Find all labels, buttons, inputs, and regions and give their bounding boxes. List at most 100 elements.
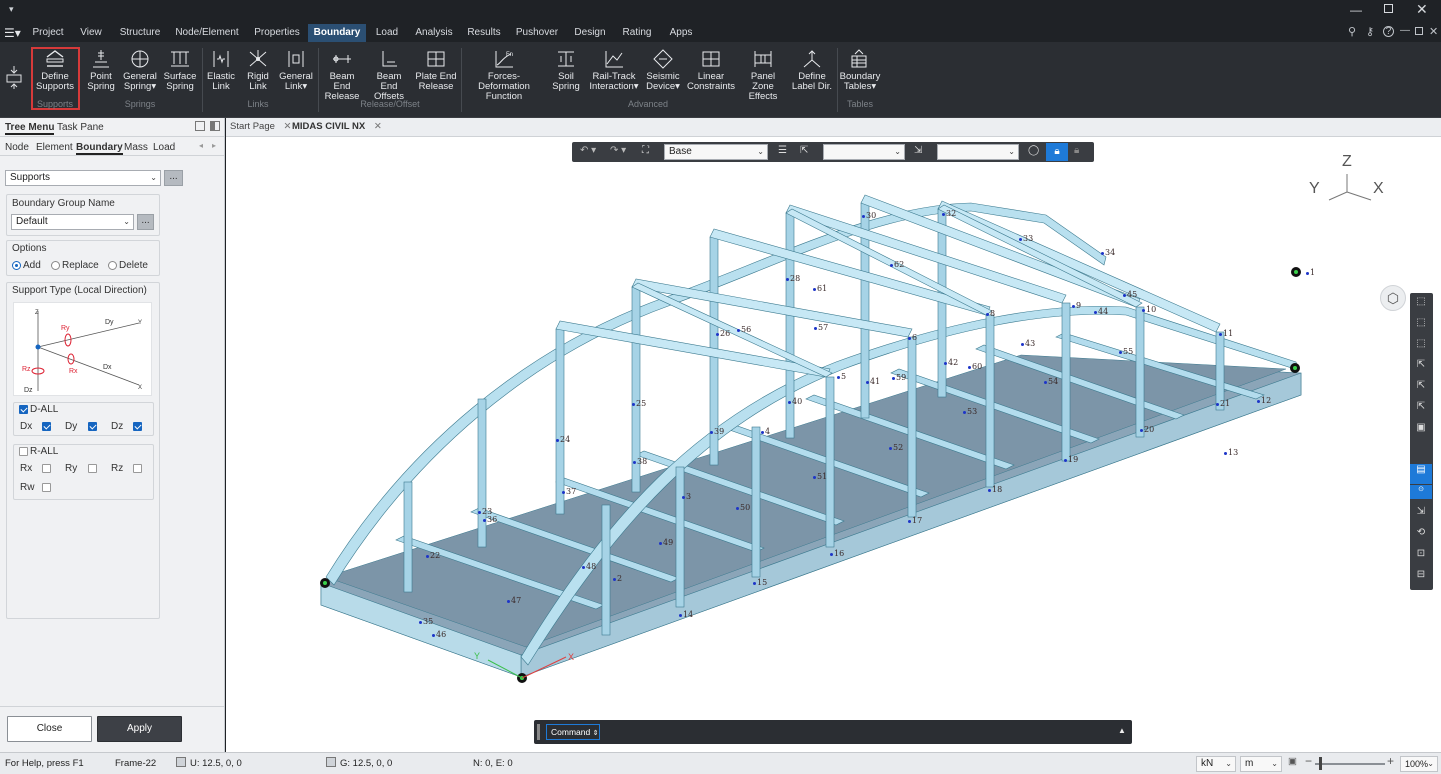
menu-project[interactable]: Project (27, 24, 69, 42)
dy-checkbox[interactable] (88, 422, 97, 431)
menu-view[interactable]: View (73, 24, 109, 42)
rotate-view-icon[interactable]: ⟲ (1410, 527, 1432, 547)
tab-close-icon[interactable]: ✕ (284, 121, 292, 132)
define-supports-button[interactable]: Define Supports (32, 46, 78, 102)
command-select[interactable]: Command ⇕ (546, 724, 600, 740)
menu-node-element[interactable]: Node/Element (173, 24, 241, 42)
tab-close-icon[interactable]: ✕ (374, 121, 382, 132)
ucs-icon[interactable] (176, 757, 186, 767)
dz-checkbox[interactable] (133, 422, 142, 431)
point-spring-button[interactable]: Point Spring (84, 46, 118, 102)
gcs-icon[interactable] (326, 757, 336, 767)
search-icon[interactable]: ⚲ (1348, 25, 1356, 38)
subtab-element[interactable]: Element (36, 142, 73, 153)
close-button[interactable]: Close (7, 716, 92, 742)
filter-icon[interactable]: ⛶ (642, 145, 649, 156)
zoom-in-icon[interactable]: + (1387, 754, 1394, 768)
boundary-tables-button[interactable]: Boundary Tables▾ (839, 46, 881, 102)
restore-icon[interactable] (1384, 4, 1393, 13)
zoom-slider-thumb[interactable] (1319, 757, 1322, 770)
rigid-link-button[interactable]: Rigid Link (242, 46, 274, 102)
doc-restore-icon[interactable] (1415, 27, 1423, 35)
ribbon-collapse-icon[interactable] (5, 64, 23, 90)
menu-analysis[interactable]: Analysis (411, 24, 457, 42)
length-unit-select[interactable]: m ⌄ (1240, 756, 1282, 772)
forces-deformation-button[interactable]: Fn Forces-Deformation Function (463, 46, 545, 102)
menu-pushover[interactable]: Pushover (511, 24, 563, 42)
doc-close-icon[interactable]: ✕ (1429, 25, 1438, 38)
option-delete-radio[interactable] (108, 261, 117, 270)
model-viewport[interactable]: Y X 1 2 3 4 5 6 8 9 10 11 12 13 14 15 16 17 18 19 20 21 22 23… (226, 137, 1441, 752)
apply-button[interactable]: Apply (97, 716, 182, 742)
scroll-left-icon[interactable]: ◂ (199, 141, 203, 150)
subtab-boundary[interactable]: Boundary (76, 142, 123, 155)
filter-select-1[interactable]: ⌄ (823, 144, 905, 160)
filter-select-2[interactable]: ⌄ (937, 144, 1019, 160)
redo-icon[interactable]: ↷ ▾ (610, 145, 626, 156)
boundary-group-more-button[interactable]: ... (137, 214, 154, 230)
doc-minimize-icon[interactable]: — (1400, 25, 1410, 36)
chat-icon[interactable]: ◯ (1028, 145, 1039, 156)
help-icon[interactable]: ? (1383, 26, 1394, 37)
boundary-group-select[interactable]: Default ⌄ (11, 214, 134, 230)
lock-active-icon[interactable]: 🔒︎ (1046, 143, 1068, 161)
define-label-dir-button[interactable]: Define Label Dir. (790, 46, 834, 102)
menu-apps[interactable]: Apps (664, 24, 698, 42)
elastic-link-button[interactable]: Elastic Link (204, 46, 238, 102)
option-replace-radio[interactable] (51, 261, 60, 270)
subtab-load[interactable]: Load (153, 142, 175, 153)
display-toggle-icon[interactable]: ▣ (1288, 756, 1297, 767)
select-intersect-icon[interactable]: ⬚ (1410, 338, 1432, 358)
tab-task-pane[interactable]: Task Pane (57, 122, 104, 133)
view-cube-button[interactable]: ⬡ (1380, 285, 1406, 311)
select-plane-icon[interactable]: ⇱ (1410, 359, 1432, 379)
select-all-icon[interactable]: ⇱ (1410, 401, 1432, 421)
panel-zone-button[interactable]: Panel Zone Effects (739, 46, 787, 102)
hamburger-menu-icon[interactable]: ☰▾ (4, 26, 21, 40)
base-select[interactable]: Base ⌄ (664, 144, 768, 160)
tab-start-page[interactable]: Start Page ✕ (230, 121, 292, 132)
dx-checkbox[interactable] (42, 422, 51, 431)
rw-checkbox[interactable] (42, 483, 51, 492)
surface-spring-button[interactable]: Surface Spring (162, 46, 198, 102)
scroll-right-icon[interactable]: ▸ (212, 141, 216, 150)
menu-properties[interactable]: Properties (250, 24, 304, 42)
function-select[interactable]: Supports ⌄ (5, 170, 161, 186)
menu-structure[interactable]: Structure (115, 24, 165, 42)
general-link-button[interactable]: General Link▾ (278, 46, 314, 102)
layer-icon[interactable]: ☰ (778, 145, 787, 156)
select-polygon-icon[interactable]: ⬚ (1410, 317, 1432, 337)
select-window-icon[interactable]: ⬚ (1410, 296, 1432, 316)
undo-icon[interactable]: ↶ ▾ (580, 145, 596, 156)
zoom-slider[interactable] (1315, 763, 1385, 765)
pointer-filter-icon[interactable]: ⇲ (914, 145, 922, 156)
beam-end-offsets-button[interactable]: Beam End Offsets (367, 46, 411, 102)
function-more-button[interactable]: ... (164, 170, 183, 186)
zoom-select[interactable]: 100% ⌄ (1400, 756, 1438, 772)
select-identity-icon[interactable]: ▣ (1410, 422, 1432, 442)
soil-spring-button[interactable]: Soil Spring (548, 46, 584, 102)
menu-results[interactable]: Results (463, 24, 505, 42)
plate-end-release-button[interactable]: Plate End Release (414, 46, 458, 102)
general-spring-button[interactable]: General Spring▾ (122, 46, 158, 102)
d-all-checkbox[interactable] (19, 405, 28, 414)
rz-checkbox[interactable] (133, 464, 142, 473)
tab-midas-civil[interactable]: MIDAS CIVIL NX ✕ (292, 121, 382, 132)
panel-layout-icon[interactable] (195, 121, 205, 131)
menu-load[interactable]: Load (371, 24, 403, 42)
close-window-icon[interactable]: ✕ (1416, 1, 1428, 18)
menu-boundary[interactable]: Boundary (308, 24, 366, 42)
tab-tree-menu[interactable]: Tree Menu (5, 122, 55, 135)
display-option-icon[interactable]: ⊡ (1410, 548, 1432, 568)
panel-split-icon[interactable] (210, 121, 220, 131)
key-icon[interactable]: ⚷ (1366, 25, 1374, 38)
display-active-icon[interactable]: ▤ (1410, 464, 1432, 484)
beam-end-release-button[interactable]: Beam End Release (320, 46, 364, 102)
menu-design[interactable]: Design (570, 24, 610, 42)
minimize-icon[interactable]: — (1350, 3, 1362, 17)
select-pointer-icon[interactable]: ⇱ (800, 145, 808, 156)
lock-icon[interactable]: 🔒︎ (1074, 145, 1079, 156)
menu-rating[interactable]: Rating (616, 24, 658, 42)
rail-track-button[interactable]: Rail-Track Interaction▾ (587, 46, 641, 102)
rx-checkbox[interactable] (42, 464, 51, 473)
